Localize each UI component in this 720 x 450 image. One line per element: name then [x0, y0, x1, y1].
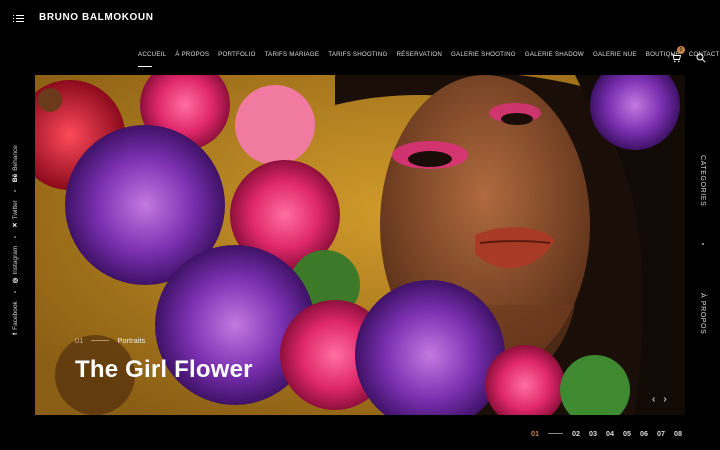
- social-facebook[interactable]: fFacebook: [12, 301, 19, 335]
- slide-category[interactable]: Portraits: [117, 336, 145, 345]
- search-button[interactable]: [696, 50, 706, 63]
- main-nav: ACCUEIL À PROPOS PORTFOLIO TARIFS MARIAG…: [138, 51, 720, 67]
- separator-dot: [14, 235, 16, 238]
- cart-icon: [671, 53, 682, 63]
- slide-arrows: ‹ ›: [652, 394, 667, 405]
- social-links: fFacebook ◎Instagram ✕Twitter BēBehance: [8, 115, 22, 335]
- separator-dot: [14, 291, 16, 294]
- cart-count-badge: 0: [677, 46, 685, 54]
- slide-meta: 01 Portraits: [75, 336, 145, 345]
- site-logo[interactable]: BRUNO BALMOKOUN: [39, 12, 154, 23]
- categories-label: CATEGORIES: [699, 155, 706, 207]
- menu-toggle-icon[interactable]: [13, 14, 24, 23]
- hero-slide[interactable]: 01 Portraits The Girl Flower ‹ ›: [35, 75, 685, 415]
- pager-item[interactable]: 07: [657, 429, 665, 438]
- slide-pagination: 01 02 03 04 05 06 07 08: [531, 429, 682, 438]
- pager-item[interactable]: 02: [572, 429, 580, 438]
- nav-item-galerie-nue[interactable]: GALERIE NUE: [593, 51, 637, 62]
- pager-item[interactable]: 04: [606, 429, 614, 438]
- categories-toggle[interactable]: CATEGORIES: [696, 155, 708, 215]
- nav-item-tarifs-shooting[interactable]: TARIFS SHOOTING: [328, 51, 387, 62]
- nav-item-accueil[interactable]: ACCUEIL: [138, 51, 166, 67]
- slide-number: 01: [75, 336, 84, 345]
- rail-dot: [702, 243, 704, 245]
- social-twitter[interactable]: ✕Twitter: [11, 200, 19, 228]
- facebook-icon: f: [11, 332, 19, 335]
- nav-item-a-propos[interactable]: À PROPOS: [175, 51, 209, 62]
- chevron-right-icon[interactable]: ›: [663, 394, 666, 405]
- social-behance[interactable]: BēBehance: [12, 145, 19, 182]
- pager-item[interactable]: 06: [640, 429, 648, 438]
- nav-item-galerie-shadow[interactable]: GALERIE SHADOW: [525, 51, 584, 62]
- meta-divider: [91, 340, 110, 341]
- about-label: À PROPOS: [699, 293, 706, 335]
- pager-item[interactable]: 05: [623, 429, 631, 438]
- cart-button[interactable]: 0: [671, 46, 685, 63]
- slide-title[interactable]: The Girl Flower: [75, 356, 253, 384]
- about-toggle[interactable]: À PROPOS: [696, 293, 708, 343]
- search-icon: [696, 53, 706, 63]
- pager-item[interactable]: 08: [674, 429, 682, 438]
- behance-icon: Bē: [11, 173, 19, 183]
- nav-item-portfolio[interactable]: PORTFOLIO: [218, 51, 255, 62]
- instagram-icon: ◎: [12, 277, 19, 284]
- nav-item-reservation[interactable]: RÉSERVATION: [396, 51, 442, 62]
- chevron-left-icon[interactable]: ‹: [652, 394, 655, 405]
- pager-current[interactable]: 01: [531, 429, 539, 438]
- pager-item[interactable]: 03: [589, 429, 597, 438]
- twitter-icon: ✕: [12, 222, 19, 228]
- separator-dot: [14, 190, 16, 193]
- nav-item-tarifs-mariage[interactable]: TARIFS MARIAGE: [265, 51, 320, 62]
- social-instagram[interactable]: ◎Instagram: [11, 246, 19, 284]
- pager-divider: [548, 433, 563, 434]
- nav-item-galerie-shooting[interactable]: GALERIE SHOOTING: [451, 51, 516, 62]
